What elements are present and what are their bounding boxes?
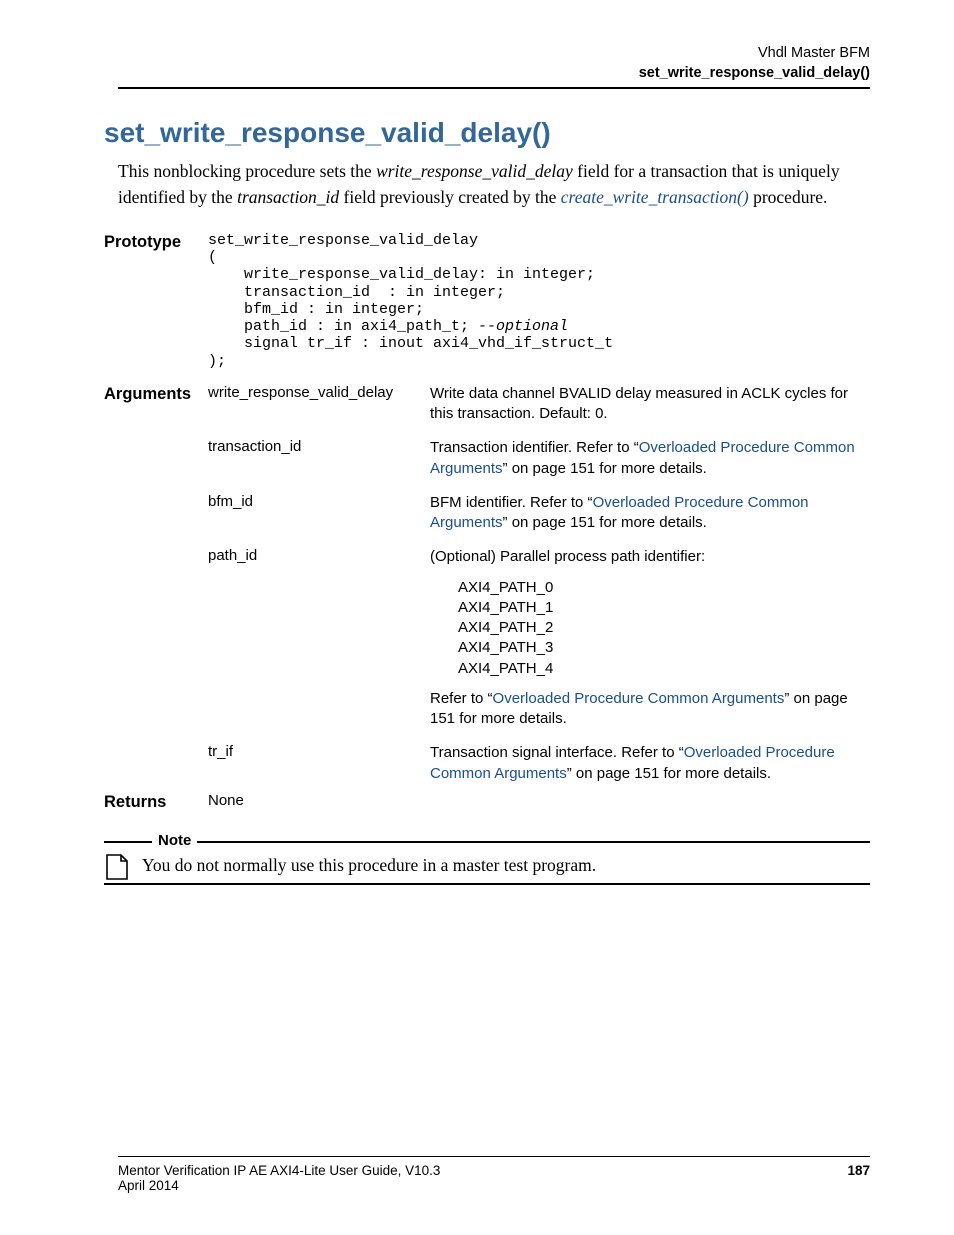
code-line: transaction_id : in integer;: [208, 284, 505, 301]
footer-rule: [118, 1156, 870, 1157]
intro-text: field previously created by the: [339, 187, 561, 207]
note-box: Note You do not normally use this proced…: [104, 834, 870, 885]
code-line: set_write_response_valid_delay: [208, 232, 478, 249]
arg-desc-text: BFM identifier. Refer to “: [430, 494, 593, 511]
footer-date: April 2014: [118, 1178, 870, 1193]
page-number: 187: [847, 1163, 870, 1178]
intro-field2: transaction_id: [237, 187, 339, 207]
arg-desc-text: Refer to “Overloaded Procedure Common Ar…: [430, 689, 870, 730]
intro-text: procedure.: [749, 187, 828, 207]
code-line: (: [208, 249, 217, 266]
arg-desc: (Optional) Parallel process path identif…: [430, 547, 870, 729]
note-label: Note: [152, 832, 197, 849]
arg-name: transaction_id: [208, 438, 430, 479]
arg-desc: Transaction signal interface. Refer to “…: [430, 743, 870, 784]
arg-desc: BFM identifier. Refer to “Overloaded Pro…: [430, 493, 870, 534]
argument-row: tr_if Transaction signal interface. Refe…: [208, 743, 870, 784]
arg-name: bfm_id: [208, 493, 430, 534]
prototype-code: set_write_response_valid_delay ( write_r…: [208, 232, 870, 370]
path-enum-list: AXI4_PATH_0 AXI4_PATH_1 AXI4_PATH_2 AXI4…: [430, 578, 870, 679]
note-rule: [104, 883, 870, 885]
page-header: Vhdl Master BFM set_write_response_valid…: [118, 44, 870, 83]
arg-desc-text: Transaction signal interface. Refer to “: [430, 744, 684, 761]
intro-text: This nonblocking procedure sets the: [118, 161, 376, 181]
argument-row: path_id (Optional) Parallel process path…: [208, 547, 870, 729]
overloaded-args-link[interactable]: Overloaded Procedure Common Arguments: [493, 690, 785, 707]
arg-name: path_id: [208, 547, 430, 729]
arg-desc-text: ” on page 151 for more details.: [503, 460, 707, 477]
enum-value: AXI4_PATH_1: [458, 598, 870, 618]
arg-name: write_response_valid_delay: [208, 384, 430, 425]
code-line: path_id : in axi4_path_t;: [208, 318, 478, 335]
code-comment: --optional: [478, 318, 568, 335]
arg-desc: Transaction identifier. Refer to “Overlo…: [430, 438, 870, 479]
argument-row: transaction_id Transaction identifier. R…: [208, 438, 870, 479]
code-line: );: [208, 353, 226, 370]
enum-value: AXI4_PATH_4: [458, 659, 870, 679]
prototype-label: Prototype: [104, 232, 208, 370]
arg-desc-text: Transaction identifier. Refer to “: [430, 439, 639, 456]
create-write-transaction-link[interactable]: create_write_transaction(): [561, 187, 749, 207]
arg-desc-text: ” on page 151 for more details.: [503, 514, 707, 531]
intro-field1: write_response_valid_delay: [376, 161, 573, 181]
enum-value: AXI4_PATH_2: [458, 618, 870, 638]
returns-value: None: [208, 792, 870, 809]
prototype-section: Prototype set_write_response_valid_delay…: [118, 232, 870, 370]
arguments-section: Arguments write_response_valid_delay Wri…: [118, 384, 870, 790]
footer-title: Mentor Verification IP AE AXI4-Lite User…: [118, 1163, 440, 1178]
arg-desc-text: ” on page 151 for more details.: [567, 765, 771, 782]
note-rule: [197, 841, 870, 843]
header-line1: Vhdl Master BFM: [118, 44, 870, 64]
note-icon: [104, 853, 130, 881]
page-title: set_write_response_valid_delay(): [104, 117, 870, 149]
argument-row: bfm_id BFM identifier. Refer to “Overloa…: [208, 493, 870, 534]
returns-section: Returns None: [118, 792, 870, 812]
arg-desc-text: Refer to “: [430, 690, 493, 707]
argument-row: write_response_valid_delay Write data ch…: [208, 384, 870, 425]
code-line: write_response_valid_delay: in integer;: [208, 266, 595, 283]
returns-label: Returns: [104, 792, 208, 812]
code-line: signal tr_if : inout axi4_vhd_if_struct_…: [208, 335, 613, 352]
note-text: You do not normally use this procedure i…: [142, 853, 870, 878]
arg-desc: Write data channel BVALID delay measured…: [430, 384, 870, 425]
header-line2: set_write_response_valid_delay(): [118, 64, 870, 84]
note-rule: [104, 841, 152, 843]
intro-paragraph: This nonblocking procedure sets the writ…: [118, 159, 870, 210]
header-rule: [118, 87, 870, 89]
arguments-label: Arguments: [104, 384, 208, 790]
arg-desc-text: (Optional) Parallel process path identif…: [430, 547, 870, 567]
arg-name: tr_if: [208, 743, 430, 784]
page-footer: Mentor Verification IP AE AXI4-Lite User…: [118, 1156, 870, 1193]
enum-value: AXI4_PATH_3: [458, 638, 870, 658]
enum-value: AXI4_PATH_0: [458, 578, 870, 598]
code-line: bfm_id : in integer;: [208, 301, 424, 318]
